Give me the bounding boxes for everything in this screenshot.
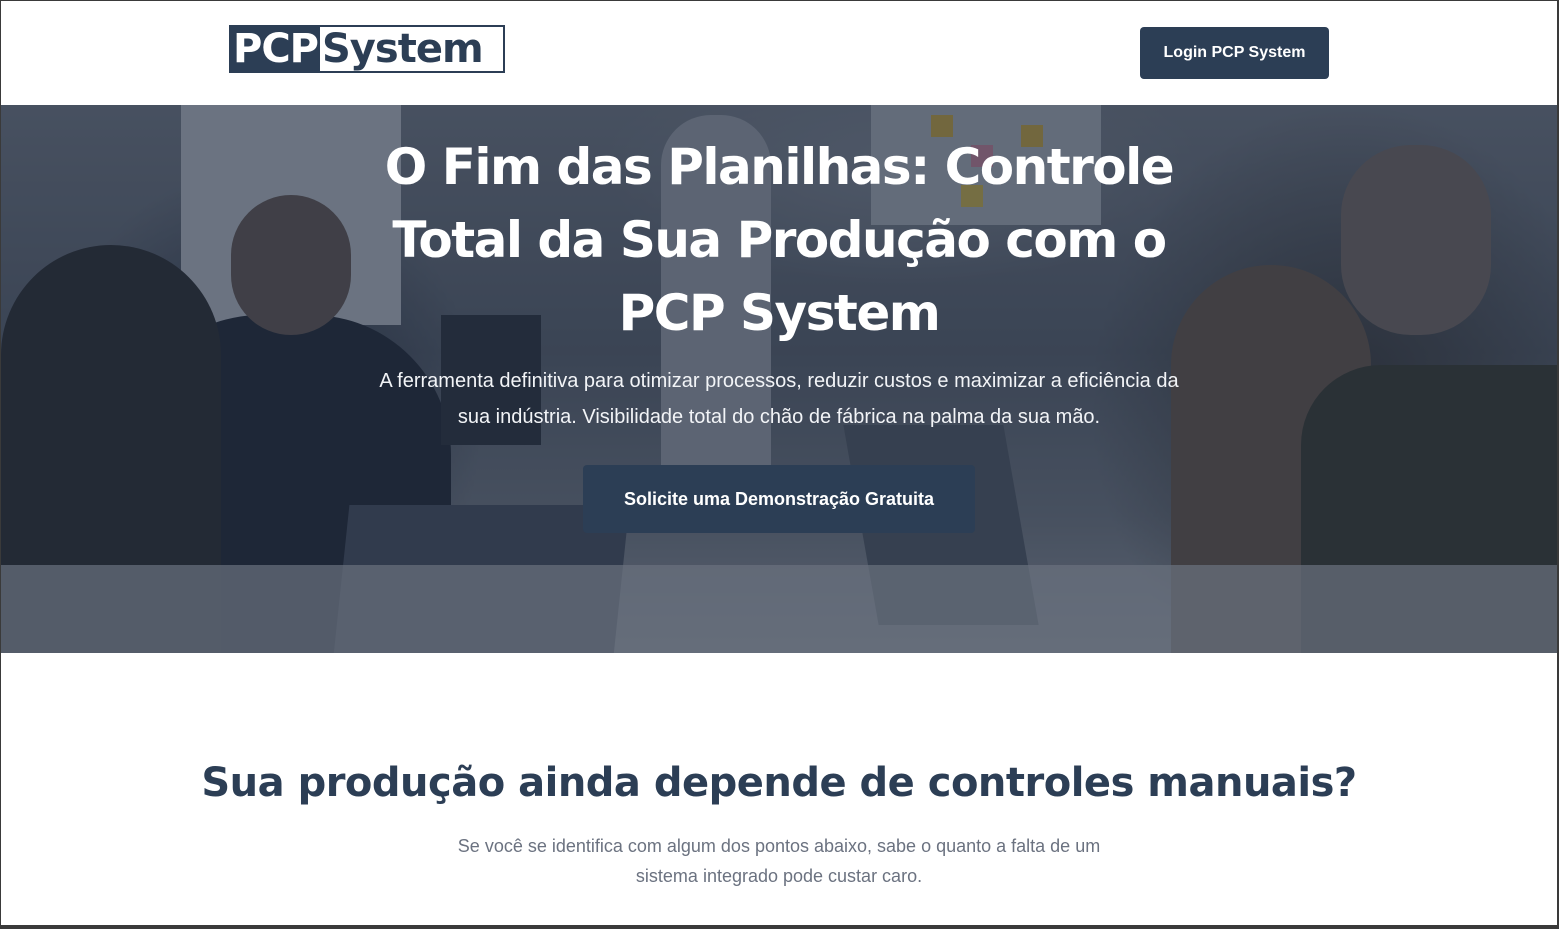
request-demo-button[interactable]: Solicite uma Demonstração Gratuita bbox=[583, 465, 975, 533]
logo-text-pcp: PCP bbox=[231, 26, 320, 72]
problems-subtitle: Se você se identifica com algum dos pont… bbox=[457, 836, 1101, 886]
logo-text-system: System bbox=[320, 26, 485, 72]
pcp-system-logo[interactable]: PCP System bbox=[229, 25, 505, 73]
page: PCP System Login PCP System O Fim das Pl… bbox=[1, 1, 1557, 925]
hero-section: O Fim das Planilhas: Controle Total da S… bbox=[1, 105, 1557, 653]
hero-subtitle: A ferramenta definitiva para otimizar pr… bbox=[379, 370, 1179, 428]
login-button[interactable]: Login PCP System bbox=[1140, 27, 1329, 79]
site-header: PCP System Login PCP System bbox=[1, 1, 1557, 105]
hero-title: O Fim das Planilhas: Controle Total da S… bbox=[384, 138, 1175, 342]
problems-title: Sua produção ainda depende de controles … bbox=[201, 760, 1357, 806]
